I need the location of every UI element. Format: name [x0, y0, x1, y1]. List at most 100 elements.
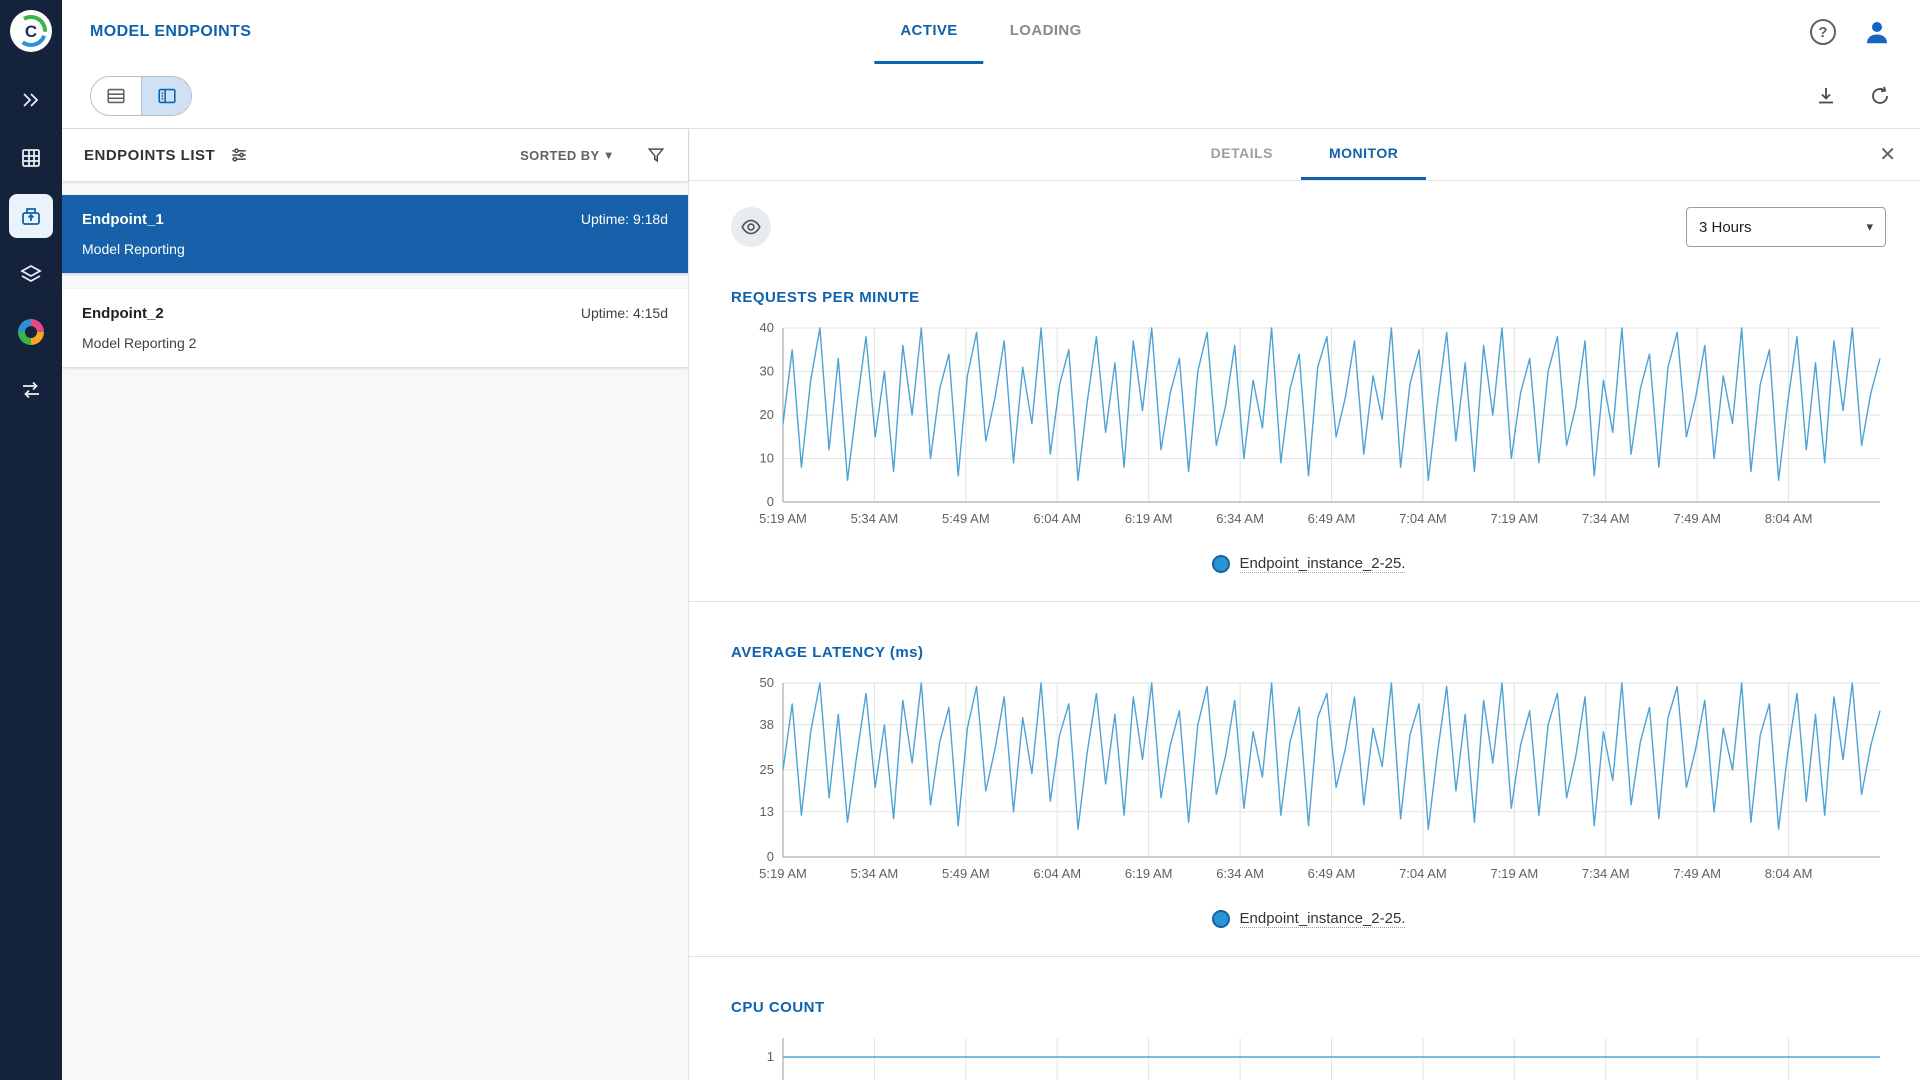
tune-icon: [232, 148, 246, 162]
svg-text:7:34 AM: 7:34 AM: [1582, 866, 1630, 881]
view-toggle-group: [90, 76, 192, 116]
sidebar-item-model-endpoints[interactable]: [9, 194, 53, 238]
endpoints-list-title: ENDPOINTS LIST: [84, 146, 216, 164]
svg-text:40: 40: [760, 320, 774, 335]
close-icon[interactable]: ✕: [1879, 145, 1896, 165]
download-button[interactable]: [1814, 84, 1838, 108]
toolbar-actions: [1814, 84, 1892, 108]
sidebar-item-models[interactable]: [9, 252, 53, 296]
top-header: MODEL ENDPOINTS ACTIVE LOADING ?: [62, 0, 1920, 64]
endpoint-list-item[interactable]: Endpoint_1 Uptime: 9:18d Model Reporting: [62, 195, 688, 273]
requests-section: REQUESTS PER MINUTE 5:19 AM 5:34 AM 5:49 A…: [689, 247, 1920, 602]
svg-text:0: 0: [767, 849, 774, 864]
restart-button[interactable]: [1868, 84, 1892, 108]
latency-chart: 5:19 AM 5:34 AM 5:49 AM 6:04 AM 6:19 AM 6:34 …: [731, 675, 1886, 892]
tab-loading[interactable]: LOADING: [984, 0, 1108, 64]
sidebar-item-jobs[interactable]: [9, 368, 53, 412]
help-icon[interactable]: ?: [1810, 19, 1836, 45]
legend-dot-icon: [1211, 555, 1230, 573]
svg-text:C: C: [25, 22, 37, 41]
sidebar-item-sessions[interactable]: [9, 78, 53, 122]
svg-text:7:19 AM: 7:19 AM: [1490, 511, 1538, 526]
model-endpoints-icon: [22, 208, 40, 225]
svg-text:7:49 AM: 7:49 AM: [1673, 866, 1721, 881]
sidebar-item-datasets[interactable]: [9, 136, 53, 180]
svg-text:6:49 AM: 6:49 AM: [1308, 511, 1356, 526]
legend-dot-icon: [1211, 910, 1230, 928]
svg-text:6:04 AM: 6:04 AM: [1033, 866, 1081, 881]
latency-chart-title: AVERAGE LATENCY (ms): [731, 644, 924, 661]
cpu-chart: 1: [731, 1030, 1886, 1080]
latency-section: AVERAGE LATENCY (ms) 5:19 AM 5:34 AM 5:49 …: [689, 602, 1920, 957]
monitor-body: 3 Hours ▾ REQUESTS PER MINUTE 5:19 AM 5:3…: [689, 181, 1920, 1080]
chevron-down-icon: ▾: [605, 148, 612, 162]
svg-text:50: 50: [760, 675, 774, 690]
tab-monitor[interactable]: MONITOR: [1301, 129, 1427, 180]
svg-text:6:49 AM: 6:49 AM: [1308, 866, 1356, 881]
tab-active[interactable]: ACTIVE: [874, 0, 984, 64]
legend-series-label: Endpoint_instance_2-25.: [1239, 910, 1406, 928]
svg-text:6:04 AM: 6:04 AM: [1033, 511, 1081, 526]
eye-icon: [741, 219, 761, 235]
double-chevron-icon: [23, 93, 39, 107]
tune-filter-button[interactable]: [229, 145, 249, 165]
svg-text:6:34 AM: 6:34 AM: [1216, 866, 1264, 881]
svg-text:6:34 AM: 6:34 AM: [1216, 511, 1264, 526]
user-avatar[interactable]: [1862, 17, 1892, 47]
sorted-by-label: SORTED BY: [520, 147, 600, 163]
restart-icon: [1872, 86, 1888, 104]
applications-donut-icon: [18, 319, 44, 345]
visibility-toggle-button[interactable]: [731, 207, 771, 247]
table-view-button[interactable]: [91, 77, 141, 115]
split-view-icon: [157, 88, 176, 104]
latency-chart-legend: Endpoint_instance_2-25.: [731, 910, 1886, 928]
legend-series-label: Endpoint_instance_2-25.: [1239, 555, 1406, 573]
svg-text:6:19 AM: 6:19 AM: [1125, 866, 1173, 881]
page-title: MODEL ENDPOINTS: [90, 23, 252, 40]
app-root: C MODEL ENDPOINTS ACTIVE LOADING ? ENDPO…: [0, 0, 1920, 1080]
time-range-value: 3 Hours: [1699, 218, 1752, 236]
filter-button[interactable]: [646, 145, 666, 165]
main-column: MODEL ENDPOINTS ACTIVE LOADING ? ENDPOIN…: [62, 0, 1920, 1080]
tab-details[interactable]: DETAILS: [1183, 129, 1301, 180]
endpoint-name: Endpoint_2: [82, 305, 164, 322]
person-icon: [1867, 22, 1887, 44]
detail-tabs: DETAILS MONITOR ✕: [689, 129, 1920, 181]
endpoints-panel: ENDPOINTS LIST SORTED BY ▾ Endpoint_1 Up…: [62, 129, 689, 1080]
svg-text:8:04 AM: 8:04 AM: [1765, 511, 1813, 526]
cpu-chart-title: CPU COUNT: [731, 999, 825, 1016]
table-view-icon: [107, 88, 125, 104]
requests-chart: 5:19 AM 5:34 AM 5:49 AM 6:04 AM 6:19 AM 6:34 …: [731, 320, 1886, 537]
time-range-select[interactable]: 3 Hours ▾: [1686, 207, 1886, 247]
svg-text:38: 38: [760, 717, 774, 732]
svg-text:13: 13: [760, 804, 774, 819]
funnel-icon: [647, 148, 665, 163]
split-view-button[interactable]: [141, 77, 191, 115]
endpoint-name: Endpoint_1: [82, 211, 164, 228]
svg-text:5:19 AM: 5:19 AM: [759, 511, 807, 526]
svg-text:7:19 AM: 7:19 AM: [1490, 866, 1538, 881]
cloudera-c-icon: C: [15, 15, 47, 47]
chevron-down-icon: ▾: [1866, 219, 1873, 234]
svg-text:30: 30: [760, 364, 774, 379]
svg-text:7:34 AM: 7:34 AM: [1582, 511, 1630, 526]
requests-chart-legend: Endpoint_instance_2-25.: [731, 555, 1886, 573]
cpu-section: CPU COUNT 1: [689, 957, 1920, 1080]
sidebar-item-applications[interactable]: [9, 310, 53, 354]
svg-text:5:19 AM: 5:19 AM: [759, 866, 807, 881]
header-actions: ?: [1810, 17, 1892, 47]
sorted-by-dropdown[interactable]: SORTED BY ▾: [520, 148, 612, 163]
endpoint-uptime: Uptime: 9:18d: [580, 211, 668, 227]
layers-icon: [20, 264, 42, 283]
svg-text:10: 10: [760, 451, 774, 466]
endpoint-list-item[interactable]: Endpoint_2 Uptime: 4:15d Model Reporting…: [62, 289, 688, 367]
svg-text:7:04 AM: 7:04 AM: [1399, 511, 1447, 526]
svg-text:5:34 AM: 5:34 AM: [851, 866, 899, 881]
content-split: ENDPOINTS LIST SORTED BY ▾ Endpoint_1 Up…: [62, 128, 1920, 1080]
svg-text:6:19 AM: 6:19 AM: [1125, 511, 1173, 526]
requests-chart-title: REQUESTS PER MINUTE: [731, 289, 920, 306]
endpoint-description: Model Reporting: [82, 241, 185, 257]
detail-panel: DETAILS MONITOR ✕ 3 Hours ▾ REQUESTS PER…: [689, 129, 1920, 1080]
brand-logo[interactable]: C: [10, 10, 52, 52]
svg-text:0: 0: [767, 494, 774, 509]
